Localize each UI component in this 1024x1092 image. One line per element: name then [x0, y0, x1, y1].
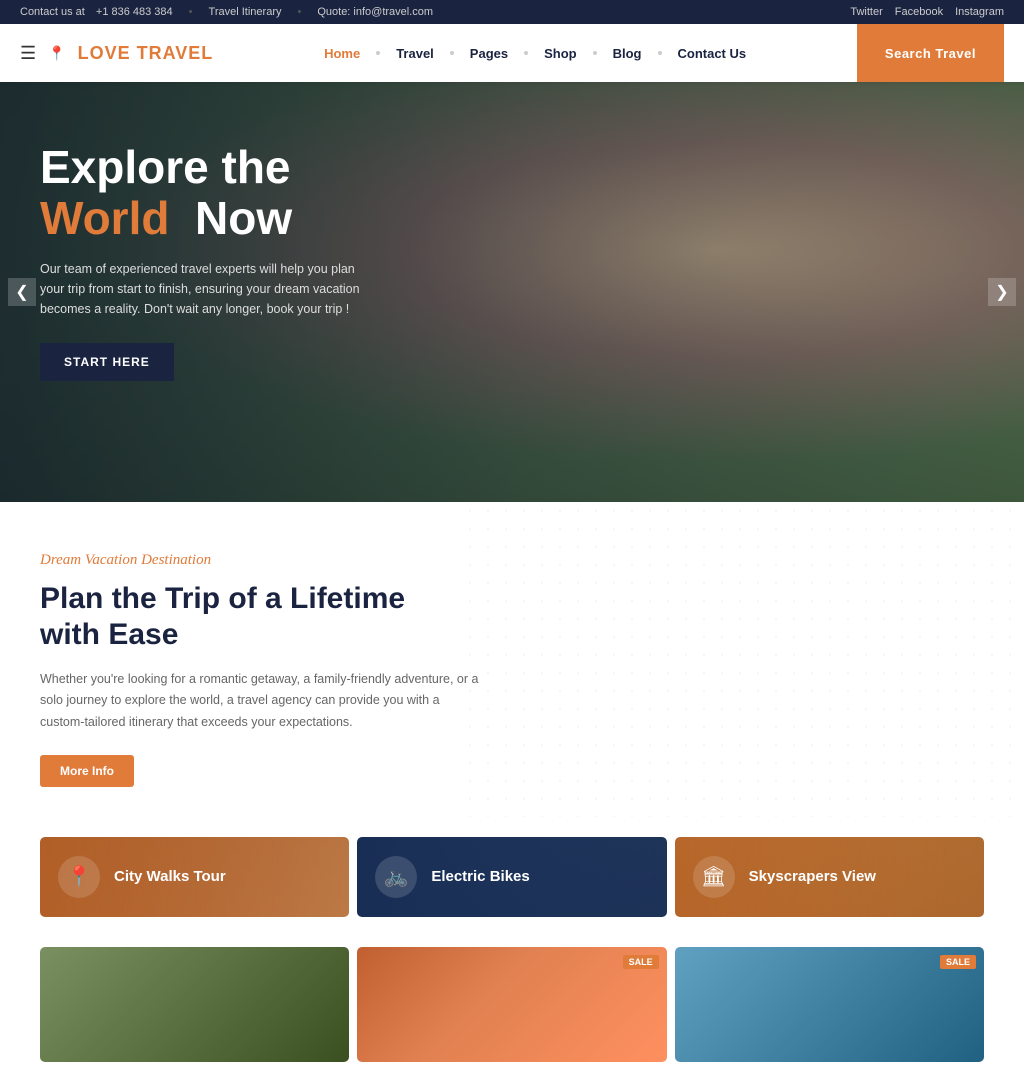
- more-info-button[interactable]: More Info: [40, 755, 134, 787]
- tour-card-electric-bikes[interactable]: 🚲 Electric Bikes: [357, 837, 666, 917]
- quote-info: Quote: info@travel.com: [317, 6, 433, 18]
- phone-number: +1 836 483 384: [96, 6, 173, 18]
- nav-home[interactable]: Home: [312, 38, 372, 69]
- nav-blog[interactable]: Blog: [601, 38, 654, 69]
- world-map-decoration: [461, 502, 1024, 817]
- contact-info: Contact us at +1 836 483 384: [20, 6, 173, 18]
- nav-dot-4: [593, 51, 597, 55]
- tour-cards-row: 📍 City Walks Tour 🚲 Electric Bikes 🏛 Sky…: [0, 817, 1024, 947]
- tour-card-skyscrapers[interactable]: 🏛 Skyscrapers View: [675, 837, 984, 917]
- instagram-link[interactable]: Instagram: [955, 6, 1004, 18]
- nav-pages[interactable]: Pages: [458, 38, 520, 69]
- twitter-link[interactable]: Twitter: [850, 6, 882, 18]
- dream-section: Dream Vacation Destination Plan the Trip…: [0, 502, 1024, 817]
- product-card-1-bg: [40, 947, 349, 1062]
- sep1: •: [189, 6, 193, 18]
- nav-dot-3: [524, 51, 528, 55]
- nav-links: Home Travel Pages Shop Blog Contact Us: [312, 38, 758, 69]
- product-card-3-bg: [675, 947, 984, 1062]
- nav-contact[interactable]: Contact Us: [666, 38, 759, 69]
- contact-label: Contact us at: [20, 6, 85, 18]
- skyscrapers-icon: 🏛: [693, 856, 735, 898]
- social-links: Twitter Facebook Instagram: [850, 6, 1004, 18]
- hero-title: Explore the World Now: [40, 142, 440, 243]
- hero-content: Explore the World Now Our team of experi…: [0, 82, 480, 441]
- nav-shop[interactable]: Shop: [532, 38, 589, 69]
- hero-next-button[interactable]: ❯: [988, 278, 1016, 306]
- product-cards-row: SALE SALE: [0, 947, 1024, 1092]
- hero-description: Our team of experienced travel experts w…: [40, 259, 380, 319]
- sep2: •: [297, 6, 301, 18]
- hero-title-highlight: World: [40, 192, 169, 244]
- skyscrapers-label: Skyscrapers View: [749, 868, 876, 885]
- sale-badge-3: SALE: [940, 955, 976, 969]
- city-walks-icon: 📍: [58, 856, 100, 898]
- product-card-1[interactable]: [40, 947, 349, 1062]
- dream-title: Plan the Trip of a Lifetime with Ease: [40, 581, 460, 653]
- product-card-2-bg: [357, 947, 666, 1062]
- product-card-3[interactable]: SALE: [675, 947, 984, 1062]
- hero-section: ❮ Explore the World Now Our team of expe…: [0, 82, 1024, 502]
- product-card-2[interactable]: SALE: [357, 947, 666, 1062]
- facebook-link[interactable]: Facebook: [895, 6, 943, 18]
- location-icon: 📍: [48, 45, 65, 62]
- hero-prev-button[interactable]: ❮: [8, 278, 36, 306]
- top-bar: Contact us at +1 836 483 384 • Travel It…: [0, 0, 1024, 24]
- sale-badge-2: SALE: [623, 955, 659, 969]
- electric-bikes-icon: 🚲: [375, 856, 417, 898]
- electric-bikes-label: Electric Bikes: [431, 868, 529, 885]
- hero-title-line1: Explore the: [40, 141, 291, 193]
- hero-title-line2: Now: [182, 192, 292, 244]
- nav-dot-1: [376, 51, 380, 55]
- nav-dot-5: [658, 51, 662, 55]
- hamburger-icon[interactable]: ☰: [20, 43, 36, 64]
- city-walks-label: City Walks Tour: [114, 868, 226, 885]
- nav-travel[interactable]: Travel: [384, 38, 446, 69]
- itinerary-link[interactable]: Travel Itinerary: [209, 6, 282, 18]
- hero-cta-button[interactable]: START HERE: [40, 343, 174, 381]
- logo: LOVE TRAVEL: [78, 43, 214, 64]
- search-button[interactable]: Search Travel: [857, 24, 1004, 82]
- navbar: ☰ 📍 LOVE TRAVEL Home Travel Pages Shop B…: [0, 24, 1024, 82]
- tour-card-city-walks[interactable]: 📍 City Walks Tour: [40, 837, 349, 917]
- nav-dot-2: [450, 51, 454, 55]
- dream-description: Whether you're looking for a romantic ge…: [40, 669, 480, 733]
